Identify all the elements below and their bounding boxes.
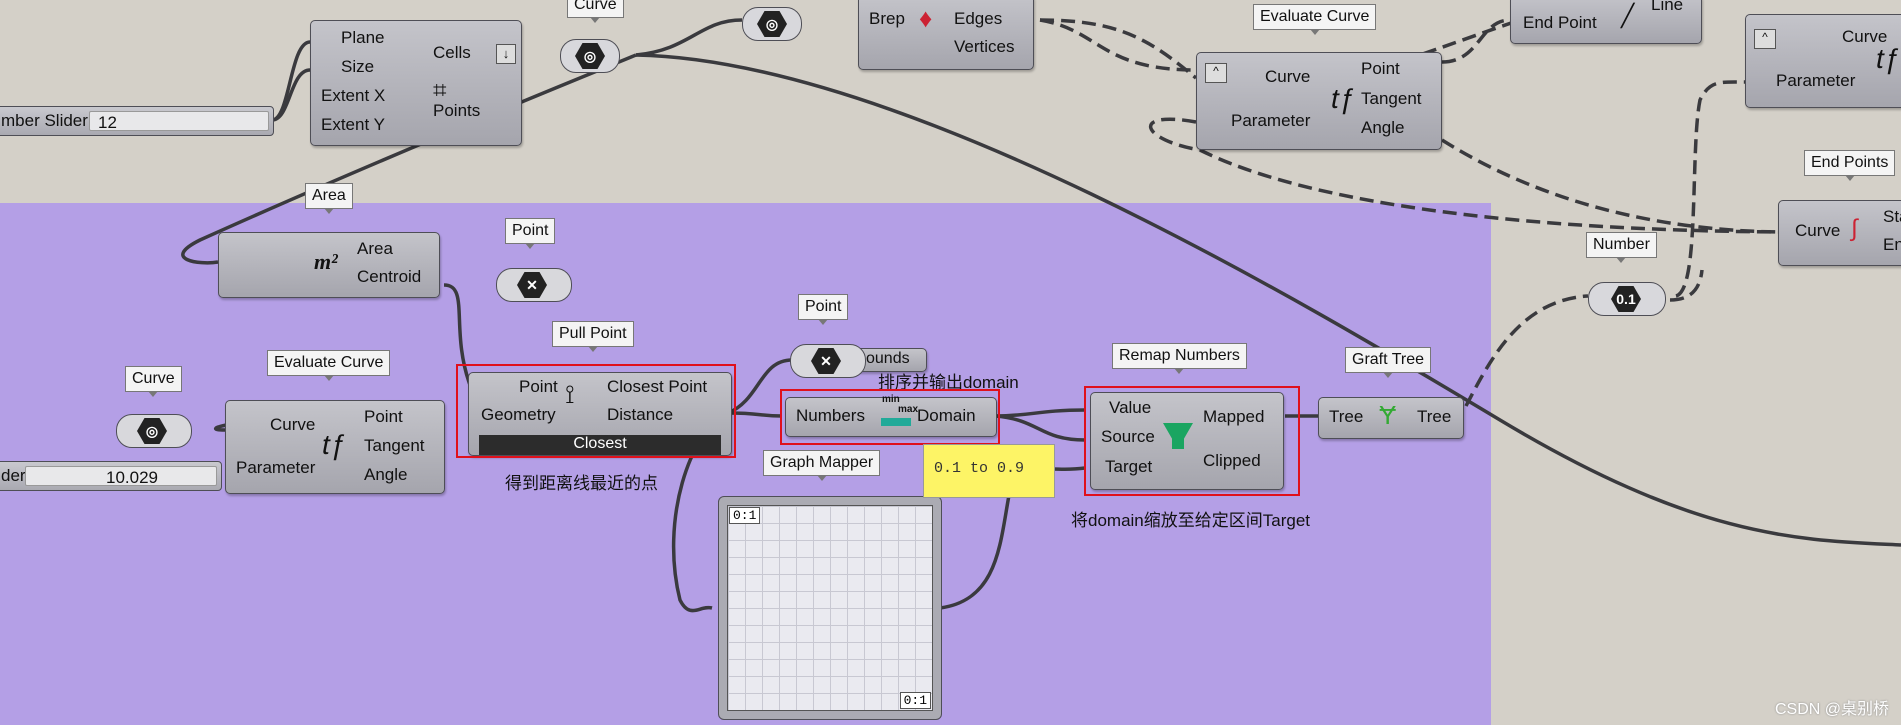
graph-mapper[interactable]: 0:1 0:1	[718, 496, 942, 720]
slider-label: der	[1, 466, 26, 485]
output-angle[interactable]: Angle	[1361, 118, 1404, 138]
evaluate-icon: tƒ	[1331, 83, 1355, 114]
highlight-bounds	[780, 389, 1000, 445]
evaluate-curve-top[interactable]: ^ Curve Parameter tƒ Point Tangent Angle	[1196, 52, 1442, 150]
output-points[interactable]: Points	[433, 101, 480, 121]
slider-value: 12	[98, 113, 117, 132]
graph-mapper-tag: Graph Mapper	[763, 450, 881, 481]
evaluate-icon: tƒ	[1876, 43, 1900, 74]
output-centroid[interactable]: Centroid	[357, 267, 421, 287]
input-plane[interactable]: Plane	[341, 28, 384, 48]
slider-label: mber Slider	[1, 111, 88, 130]
output-vertices[interactable]: Vertices	[954, 37, 1014, 57]
evaluate-curve-left[interactable]: Curve Parameter tƒ Point Tangent Angle	[225, 400, 445, 494]
output-point[interactable]: Point	[1361, 59, 1400, 79]
output-point[interactable]: Point	[364, 407, 403, 427]
number-slider-left[interactable]: der 10.029	[0, 461, 222, 491]
closest-point-note: 得到距离线最近的点	[505, 474, 658, 493]
graft-tree-component[interactable]: Tree Ɏ Tree	[1318, 397, 1464, 439]
area-component[interactable]: m² Area Centroid	[218, 232, 440, 298]
end-points-component[interactable]: Curve ∫ Sta En	[1778, 200, 1901, 266]
curve-icon: ◎	[137, 418, 167, 444]
panel-text: 0.1 to 0.9	[934, 460, 1025, 477]
number-tag: Number	[1586, 232, 1657, 263]
slider-track[interactable]: 12	[89, 111, 269, 132]
arrow-down-icon[interactable]: ↓	[496, 44, 516, 64]
slider-value: 10.029	[106, 468, 158, 487]
end-points-tag: End Points	[1804, 150, 1896, 181]
rectangle-component[interactable]: Plane Size Extent X Extent Y ⌗ Cells Poi…	[310, 20, 522, 146]
input-curve[interactable]: Curve	[1795, 221, 1840, 241]
input-extent-x[interactable]: Extent X	[321, 86, 385, 106]
point-tag-top: Point	[505, 218, 556, 249]
output-angle[interactable]: Angle	[364, 465, 407, 485]
input-extent-y[interactable]: Extent Y	[321, 115, 385, 135]
output-tangent[interactable]: Tangent	[364, 436, 425, 456]
input-parameter[interactable]: Parameter	[236, 458, 315, 478]
input-brep[interactable]: Brep	[869, 9, 905, 29]
input-curve[interactable]: Curve	[270, 415, 315, 435]
end-points-icon: ∫	[1851, 215, 1858, 242]
curve-icon: ◎	[575, 43, 605, 69]
output-tangent[interactable]: Tangent	[1361, 89, 1422, 109]
curve-tag-top: Curve	[567, 0, 624, 23]
highlight-remap	[1084, 386, 1300, 496]
point-param-top[interactable]: ✕	[496, 268, 572, 302]
expand-icon[interactable]: ^	[1754, 29, 1776, 49]
evaluate-icon: tƒ	[322, 429, 346, 460]
area-tag: Area	[305, 183, 353, 214]
output-area[interactable]: Area	[357, 239, 393, 259]
slider-track[interactable]: 10.029	[25, 466, 217, 487]
input-parameter[interactable]: Parameter	[1776, 71, 1855, 91]
remap-tag: Remap Numbers	[1112, 343, 1247, 374]
input-end-point[interactable]: End Point	[1523, 13, 1597, 33]
number-slider-top[interactable]: mber Slider 12	[0, 106, 274, 136]
graph-corner-top: 0:1	[729, 507, 761, 524]
graft-tree-tag: Graft Tree	[1345, 347, 1432, 378]
grasshopper-canvas[interactable]: Curve Plane Size Extent X Extent Y ⌗ Cel…	[0, 0, 1901, 725]
watermark: CSDN @桌别桥	[1774, 701, 1889, 718]
output-line[interactable]: Line	[1651, 0, 1683, 15]
bounds-partial-label: ounds	[866, 350, 910, 367]
number-param[interactable]: 0.1	[1588, 282, 1666, 316]
point-tag-mid: Point	[798, 294, 849, 325]
area-icon: m²	[314, 249, 338, 274]
target-panel[interactable]: 0.1 to 0.9	[923, 444, 1055, 498]
input-curve[interactable]: Curve	[1265, 67, 1310, 87]
input-parameter[interactable]: Parameter	[1231, 111, 1310, 131]
line-icon: ╱	[1621, 3, 1635, 28]
line-component[interactable]: End Point ╱ Line	[1510, 0, 1702, 44]
curve-param-left[interactable]: ◎	[116, 414, 192, 448]
output-end[interactable]: En	[1883, 235, 1901, 255]
curve-tag-left: Curve	[125, 366, 182, 397]
pull-point-tag: Pull Point	[552, 321, 634, 352]
edge-param-top[interactable]: ◎	[742, 7, 802, 41]
curve-param-top[interactable]: ◎	[560, 39, 620, 73]
brep-icon: ♦	[919, 3, 933, 33]
evaluate-curve-tag-left: Evaluate Curve	[267, 350, 391, 381]
curve-icon: ◎	[757, 11, 787, 37]
graph-corner-bottom: 0:1	[899, 692, 931, 709]
brep-edges-component[interactable]: Brep ♦ Edges Vertices	[858, 0, 1034, 70]
close-icon: ✕	[517, 272, 547, 298]
evaluate-curve-right[interactable]: ^ Curve Parameter tƒ	[1745, 14, 1901, 108]
close-icon: ✕	[811, 348, 841, 374]
output-edges[interactable]: Edges	[954, 9, 1002, 29]
number-value: 0.1	[1611, 286, 1641, 312]
input-size[interactable]: Size	[341, 57, 374, 77]
output-tree[interactable]: Tree	[1417, 407, 1451, 427]
highlight-pull-point	[456, 364, 736, 458]
remap-note: 将domain缩放至给定区间Target	[1071, 511, 1311, 530]
output-start[interactable]: Sta	[1883, 207, 1901, 227]
point-param-mid[interactable]: ✕	[790, 344, 866, 378]
expand-icon[interactable]: ^	[1205, 63, 1227, 83]
tree-icon: Ɏ	[1379, 400, 1397, 430]
input-tree[interactable]: Tree	[1329, 407, 1363, 427]
output-cells[interactable]: Cells	[433, 43, 471, 63]
evaluate-curve-tag-top: Evaluate Curve	[1253, 4, 1377, 35]
graph-mapper-plot[interactable]	[727, 505, 933, 711]
